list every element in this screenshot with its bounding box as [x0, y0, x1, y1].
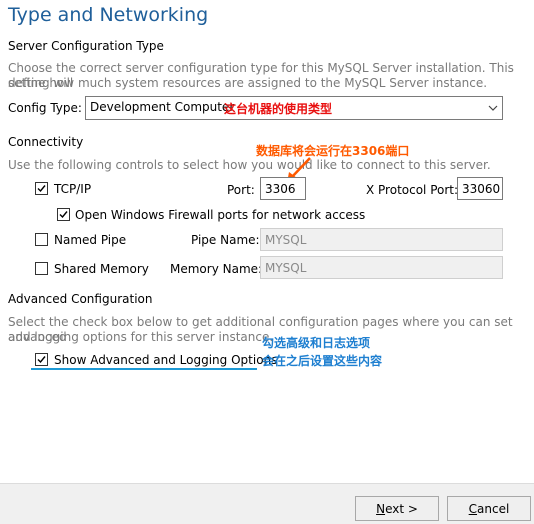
memory-name-label: Memory Name: [170, 262, 263, 276]
firewall-label: Open Windows Firewall ports for network … [75, 208, 366, 222]
server-config-section-title: Server Configuration Type [8, 39, 164, 53]
tcpip-label: TCP/IP [54, 182, 92, 196]
firewall-checkbox[interactable] [57, 208, 70, 221]
x-protocol-port-label: X Protocol Port: [366, 183, 459, 197]
cancel-button-mnemonic: C [468, 501, 478, 516]
port-annotation: 数据库将会运行在3306端口 [256, 144, 410, 158]
next-button-mnemonic: N [376, 501, 386, 516]
advanced-annotation-2: 会在之后设置这些内容 [262, 354, 383, 368]
named-pipe-checkbox[interactable] [35, 233, 48, 246]
shared-memory-label: Shared Memory [54, 262, 149, 276]
shared-memory-checkbox[interactable] [35, 262, 48, 275]
chevron-down-icon [488, 105, 498, 111]
cancel-button[interactable]: Cancel [447, 496, 531, 521]
checkmark-icon [37, 185, 46, 193]
x-protocol-port-input[interactable]: 33060 [457, 177, 503, 200]
advanced-annotation-1: 勾选高级和日志选项 [262, 336, 371, 350]
show-advanced-label: Show Advanced and Logging Options [54, 353, 278, 367]
tcpip-checkbox[interactable] [35, 182, 48, 195]
cancel-button-label: ancel [477, 501, 510, 516]
next-button-label: ext > [385, 501, 418, 516]
memory-name-input[interactable]: MYSQL [260, 256, 503, 279]
port-input[interactable]: 3306 [260, 177, 306, 200]
advanced-description-2: and logging options for this server inst… [8, 330, 274, 344]
advanced-section-title: Advanced Configuration [8, 292, 153, 306]
next-button[interactable]: Next > [355, 496, 439, 521]
pipe-name-input[interactable]: MYSQL [260, 228, 503, 251]
checkmark-icon [59, 211, 68, 219]
config-type-label: Config Type: [8, 101, 82, 115]
checkmark-icon [37, 356, 46, 364]
config-type-value: Development Computer [90, 100, 235, 114]
connectivity-description: Use the following controls to select how… [8, 158, 491, 172]
connectivity-section-title: Connectivity [8, 135, 84, 149]
server-config-description-2: define how much system resources are ass… [8, 76, 488, 90]
show-advanced-checkbox[interactable] [35, 353, 48, 366]
pipe-name-label: Pipe Name: [191, 233, 260, 247]
config-type-annotation: 这台机器的使用类型 [224, 102, 333, 116]
named-pipe-label: Named Pipe [54, 233, 127, 247]
page-title: Type and Networking [8, 4, 209, 26]
port-label: Port: [227, 183, 255, 197]
annotation-underline [31, 368, 257, 370]
